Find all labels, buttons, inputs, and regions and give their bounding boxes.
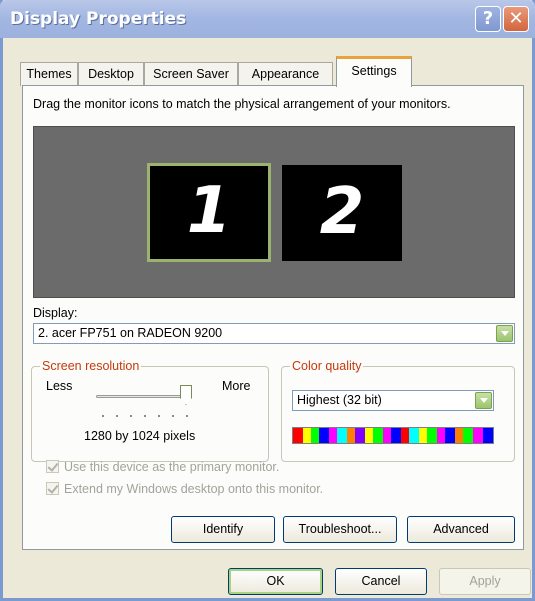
display-select[interactable]: 2. acer FP751 on RADEON 9200 [33,323,515,344]
extend-desktop-label: Extend my Windows desktop onto this moni… [64,482,324,496]
more-label: More [222,379,251,393]
display-label: Display: [33,306,78,320]
resolution-slider-track[interactable] [96,395,192,398]
cancel-button[interactable]: Cancel [335,568,427,595]
monitor-2-icon[interactable]: 2 [282,165,402,261]
extend-desktop-checkbox-row[interactable]: Extend my Windows desktop onto this moni… [46,482,323,496]
color-quality-select[interactable]: Highest (32 bit) [292,390,494,411]
window-title: Display Properties [10,9,187,29]
advanced-button[interactable]: Advanced [407,516,515,543]
help-button[interactable]: ? [475,6,501,32]
checkbox-checked-icon[interactable] [46,482,59,495]
close-icon: ✕ [508,8,524,29]
screen-resolution-title: Screen resolution [40,359,142,373]
tab-desktop[interactable]: Desktop [78,62,144,86]
apply-button[interactable]: Apply [439,568,531,595]
slider-tick [158,415,160,417]
tab-themes[interactable]: Themes [20,62,78,86]
monitor-arrangement-area[interactable]: 1 2 [33,126,515,298]
checkbox-checked-icon[interactable] [46,460,59,473]
primary-monitor-label: Use this device as the primary monitor. [64,460,280,474]
troubleshoot-button[interactable]: Troubleshoot... [283,516,397,543]
resolution-slider-thumb[interactable] [180,385,192,405]
chevron-down-icon[interactable] [475,392,492,409]
primary-monitor-checkbox-row[interactable]: Use this device as the primary monitor. [46,460,279,474]
tab-appearance[interactable]: Appearance [238,62,333,86]
slider-tick [116,415,118,417]
slider-tick [186,415,188,417]
title-bar[interactable]: Display Properties ? ✕ [0,0,535,38]
slider-tick [172,415,174,417]
question-mark-icon: ? [482,8,494,29]
slider-tick [102,415,104,417]
resolution-value: 1280 by 1024 pixels [84,429,196,443]
close-button[interactable]: ✕ [503,6,529,32]
display-select-value: 2. acer FP751 on RADEON 9200 [38,326,223,340]
settings-panel: Drag the monitor icons to match the phys… [22,85,524,550]
ok-button[interactable]: OK [228,568,323,595]
identify-button[interactable]: Identify [171,516,275,543]
tab-settings[interactable]: Settings [336,56,412,87]
slider-tick [144,415,146,417]
color-quality-value: Highest (32 bit) [297,393,382,407]
tab-screen-saver[interactable]: Screen Saver [144,62,238,86]
slider-tick [130,415,132,417]
color-palette-preview [292,427,494,444]
instruction-text: Drag the monitor icons to match the phys… [33,97,451,111]
color-quality-group: Color quality Highest (32 bit) [281,359,515,462]
color-quality-title: Color quality [290,359,364,373]
display-properties-window: Display Properties ? ✕ Themes Desktop Sc… [0,0,535,601]
screen-resolution-group: Screen resolution Less More 1280 by 1024… [31,359,269,462]
monitor-1-icon[interactable]: 1 [147,163,271,262]
chevron-down-icon[interactable] [496,325,513,342]
less-label: Less [46,379,73,393]
